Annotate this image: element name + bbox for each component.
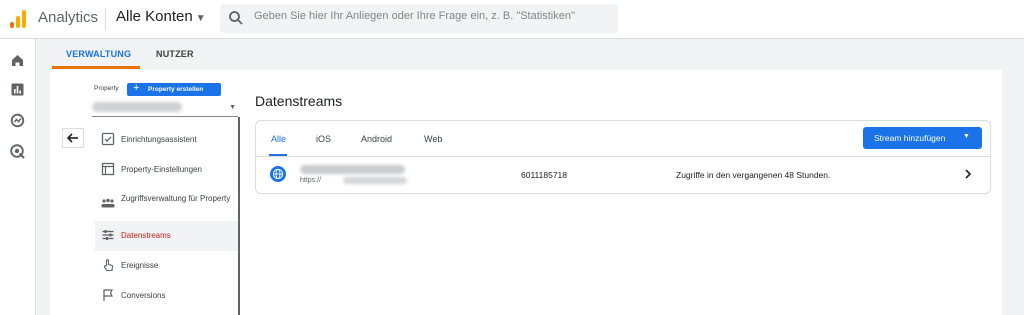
- menu-item-conversions[interactable]: Conversions: [95, 281, 238, 311]
- active-tab-indicator: [52, 66, 140, 69]
- property-selector-underline: [92, 116, 238, 117]
- flag-icon: [103, 289, 113, 301]
- menu-item-ereignisse[interactable]: Ereignisse: [95, 251, 238, 281]
- menu-item-label: Property-Einstellungen: [121, 165, 202, 174]
- page-title: Datenstreams: [255, 93, 343, 109]
- web-globe-icon: [270, 166, 286, 182]
- stream-row[interactable]: https:// 6011185718 Zugriffe in den verg…: [256, 157, 990, 193]
- arrow-left-icon: [66, 133, 78, 143]
- chevron-right-icon[interactable]: [963, 168, 973, 180]
- redacted-stream-url: [343, 177, 407, 184]
- dropdown-caret-icon: ▼: [229, 104, 236, 111]
- search-input[interactable]: [254, 10, 604, 22]
- stream-url: https://: [300, 177, 322, 184]
- plus-icon: +: [133, 82, 140, 94]
- search-box[interactable]: [220, 4, 618, 33]
- menu-item-label: Ereignisse: [121, 261, 159, 270]
- search-icon: [229, 11, 243, 25]
- streams-card: Alle iOS Android Web Stream hinzufügen ▼…: [255, 120, 991, 194]
- account-name: Alle Konten: [116, 8, 193, 25]
- checklist-icon: [101, 132, 115, 146]
- tab-web[interactable]: Web: [424, 134, 442, 144]
- reports-icon[interactable]: [9, 81, 26, 98]
- tab-android[interactable]: Android: [361, 134, 392, 144]
- redacted-stream-name: [300, 165, 405, 174]
- create-property-button[interactable]: + Property erstellen: [127, 82, 221, 96]
- analytics-logo-icon[interactable]: [10, 10, 26, 28]
- left-nav-rail: [0, 39, 36, 315]
- account-switcher[interactable]: Alle Konten ▼: [116, 8, 206, 25]
- advertising-icon[interactable]: [9, 143, 26, 160]
- stream-status: Zugriffe in den vergangenen 48 Stunden.: [676, 170, 831, 180]
- settings-page-icon: [101, 162, 115, 176]
- menu-item-einrichtungsassistent[interactable]: Einrichtungsassistent: [95, 125, 238, 155]
- stream-id: 6011185718: [521, 170, 568, 180]
- streams-icon: [102, 230, 114, 240]
- add-stream-button[interactable]: Stream hinzufügen ▼: [863, 127, 982, 149]
- dropdown-caret-icon: ▼: [963, 133, 970, 140]
- property-selector[interactable]: ▼: [92, 101, 238, 115]
- menu-item-label: Zugriffsverwaltung für Property: [121, 194, 231, 203]
- menu-item-label: Conversions: [121, 291, 166, 300]
- property-label: Property: [94, 85, 119, 92]
- menu-item-datenstreams[interactable]: Datenstreams: [95, 221, 238, 251]
- menu-item-zugriffsverwaltung[interactable]: Zugriffsverwaltung für Property: [95, 185, 238, 221]
- redacted-property-name: [92, 102, 182, 112]
- dropdown-caret-icon: ▼: [195, 13, 206, 24]
- touch-icon: [103, 259, 114, 272]
- tab-nutzer[interactable]: NUTZER: [156, 49, 194, 59]
- tab-ios[interactable]: iOS: [316, 134, 331, 144]
- tab-verwaltung[interactable]: VERWALTUNG: [66, 49, 131, 59]
- admin-tabs-bar: VERWALTUNG NUTZER: [36, 39, 1024, 70]
- menu-item-property-einstellungen[interactable]: Property-Einstellungen: [95, 155, 238, 185]
- add-stream-label: Stream hinzufügen: [874, 133, 946, 143]
- tab-alle[interactable]: Alle: [271, 134, 286, 144]
- back-button[interactable]: [62, 128, 84, 148]
- menu-item-label: Einrichtungsassistent: [121, 135, 197, 144]
- menu-item-label: Datenstreams: [121, 231, 171, 240]
- divider: [105, 8, 106, 30]
- top-bar: Analytics Alle Konten ▼: [0, 0, 1024, 39]
- create-property-label: Property erstellen: [148, 86, 204, 93]
- column-divider: [238, 117, 240, 315]
- people-icon: [101, 198, 115, 208]
- home-icon[interactable]: [9, 52, 26, 69]
- app-title: Analytics: [38, 9, 99, 26]
- explore-icon[interactable]: [9, 112, 26, 129]
